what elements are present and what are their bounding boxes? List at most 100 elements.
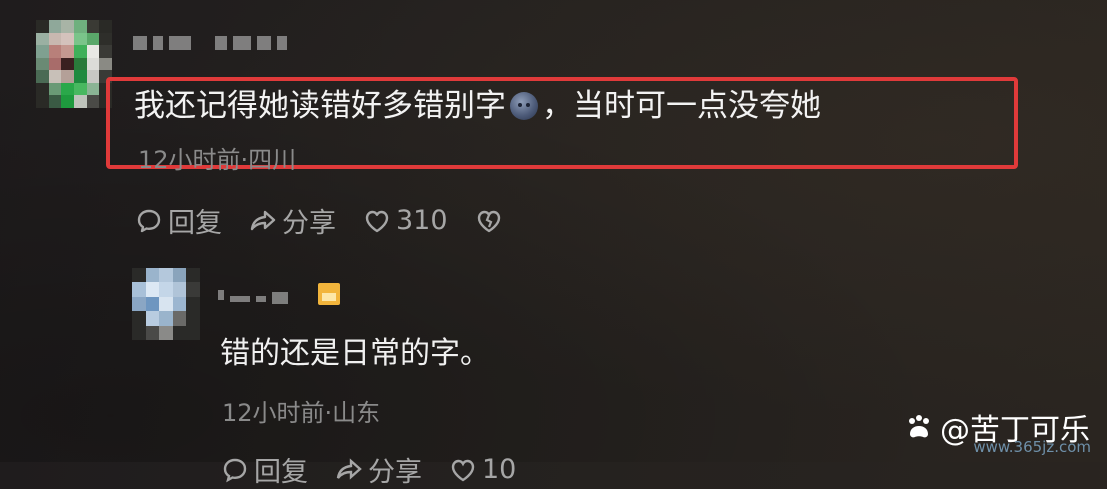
avatar-pixel [145, 296, 160, 312]
avatar-pixel [145, 311, 160, 326]
comment-actions: 回复 分享 310 [134, 201, 534, 240]
avatar-pixel [186, 325, 200, 340]
avatar-pixel [159, 296, 173, 312]
avatar-pixel [74, 32, 87, 46]
commenter-avatar[interactable] [36, 20, 112, 108]
comment-text-part-1: 我还记得她读错好多错别字 [134, 88, 506, 124]
avatar-pixel [172, 296, 187, 312]
avatar-pixel [61, 70, 74, 83]
avatar-pixel [61, 20, 74, 33]
avatar-pixel [48, 20, 62, 33]
watermark-site: www.365jz.com [973, 438, 1091, 456]
comment-time-location: 12小时前·四川 [138, 146, 297, 174]
avatar-pixel [74, 20, 87, 33]
heart-icon [365, 210, 389, 232]
avatar-pixel [172, 282, 187, 297]
vip-badge-icon [318, 283, 340, 305]
reply-label: 回复 [168, 208, 222, 239]
avatar-pixel [186, 311, 200, 326]
avatar-pixel [86, 70, 100, 83]
reply-share-label: 分享 [368, 457, 422, 488]
reply-button[interactable]: 回复 [134, 201, 222, 240]
avatar-pixel [172, 325, 187, 340]
avatar-pixel [48, 32, 62, 46]
avatar-pixel [61, 82, 74, 96]
reply-reply-button[interactable]: 回复 [220, 450, 308, 489]
avatar-pixel [132, 311, 146, 326]
avatar-pixel [36, 70, 49, 83]
avatar-pixel [36, 20, 49, 33]
avatar-pixel [48, 57, 62, 71]
avatar-pixel [99, 20, 112, 33]
avatar-pixel [99, 32, 112, 46]
avatar-pixel [61, 57, 74, 71]
avatar-pixel [86, 45, 100, 58]
avatar-pixel [36, 82, 49, 96]
avatar-pixel [61, 32, 74, 46]
avatar-pixel [159, 325, 173, 340]
avatar-pixel [86, 82, 100, 96]
speech-bubble-icon [223, 458, 247, 482]
reply-like-button[interactable]: 10 [448, 454, 516, 485]
avatar-pixel [172, 311, 187, 326]
avatar-pixel [74, 45, 87, 58]
avatar-pixel [145, 325, 160, 340]
reply-time-location: 12小时前·山东 [222, 399, 381, 427]
avatar-pixel [74, 82, 87, 96]
reply-share-button[interactable]: 分享 [334, 450, 422, 489]
avatar-pixel [145, 268, 160, 283]
like-count: 310 [396, 205, 448, 236]
screenshot-background: 我还记得她读错好多错别字 ，当时可一点没夸她 12小时前·四川 回复 分享 31… [0, 0, 1107, 488]
avatar-pixel [132, 268, 146, 283]
avatar-pixel [61, 95, 74, 108]
paw-logo-icon [909, 415, 929, 438]
dislike-button[interactable] [474, 206, 508, 236]
crying-face-emoji-icon [510, 92, 538, 120]
replier-avatar[interactable] [132, 268, 200, 340]
avatar-pixel [186, 296, 200, 312]
avatar-pixel [132, 325, 146, 340]
share-arrow-icon [336, 457, 362, 480]
avatar-pixel [86, 95, 100, 108]
avatar-pixel [186, 268, 200, 283]
avatar-pixel [36, 32, 49, 46]
speech-bubble-icon [137, 209, 161, 232]
avatar-pixel [48, 45, 62, 58]
share-button[interactable]: 分享 [248, 201, 336, 240]
comment-text: 我还记得她读错好多错别字 ，当时可一点没夸她 [134, 86, 821, 126]
avatar-pixel [36, 57, 49, 71]
avatar-pixel [36, 45, 49, 58]
avatar-pixel [145, 282, 160, 297]
broken-heart-icon [477, 210, 500, 232]
commenter-username-blurred[interactable] [133, 36, 287, 50]
avatar-pixel [48, 70, 62, 83]
avatar-pixel [99, 57, 112, 71]
avatar-pixel [172, 268, 187, 283]
avatar-pixel [61, 45, 74, 58]
like-button[interactable]: 310 [362, 205, 448, 236]
avatar-pixel [159, 282, 173, 297]
replier-username-blurred[interactable] [218, 286, 288, 304]
avatar-pixel [86, 57, 100, 71]
avatar-pixel [132, 296, 146, 312]
avatar-pixel [132, 282, 146, 297]
avatar-pixel [86, 20, 100, 33]
comment-text-part-2: ，当时可一点没夸她 [542, 88, 821, 124]
avatar-pixel [48, 82, 62, 96]
reply-text: 错的还是日常的字。 [220, 336, 490, 371]
reply-like-count: 10 [482, 454, 517, 485]
avatar-pixel [36, 95, 49, 108]
avatar-pixel [159, 268, 173, 283]
heart-icon [451, 459, 475, 481]
avatar-pixel [186, 282, 200, 297]
avatar-pixel [74, 95, 87, 108]
share-arrow-icon [250, 210, 276, 230]
avatar-pixel [99, 45, 112, 58]
avatar-pixel [48, 95, 62, 108]
share-label: 分享 [282, 208, 336, 239]
reply-actions: 回复 分享 10 [220, 450, 542, 489]
avatar-pixel [74, 57, 87, 71]
avatar-pixel [74, 70, 87, 83]
avatar-pixel [159, 311, 173, 326]
avatar-pixel [86, 32, 100, 46]
